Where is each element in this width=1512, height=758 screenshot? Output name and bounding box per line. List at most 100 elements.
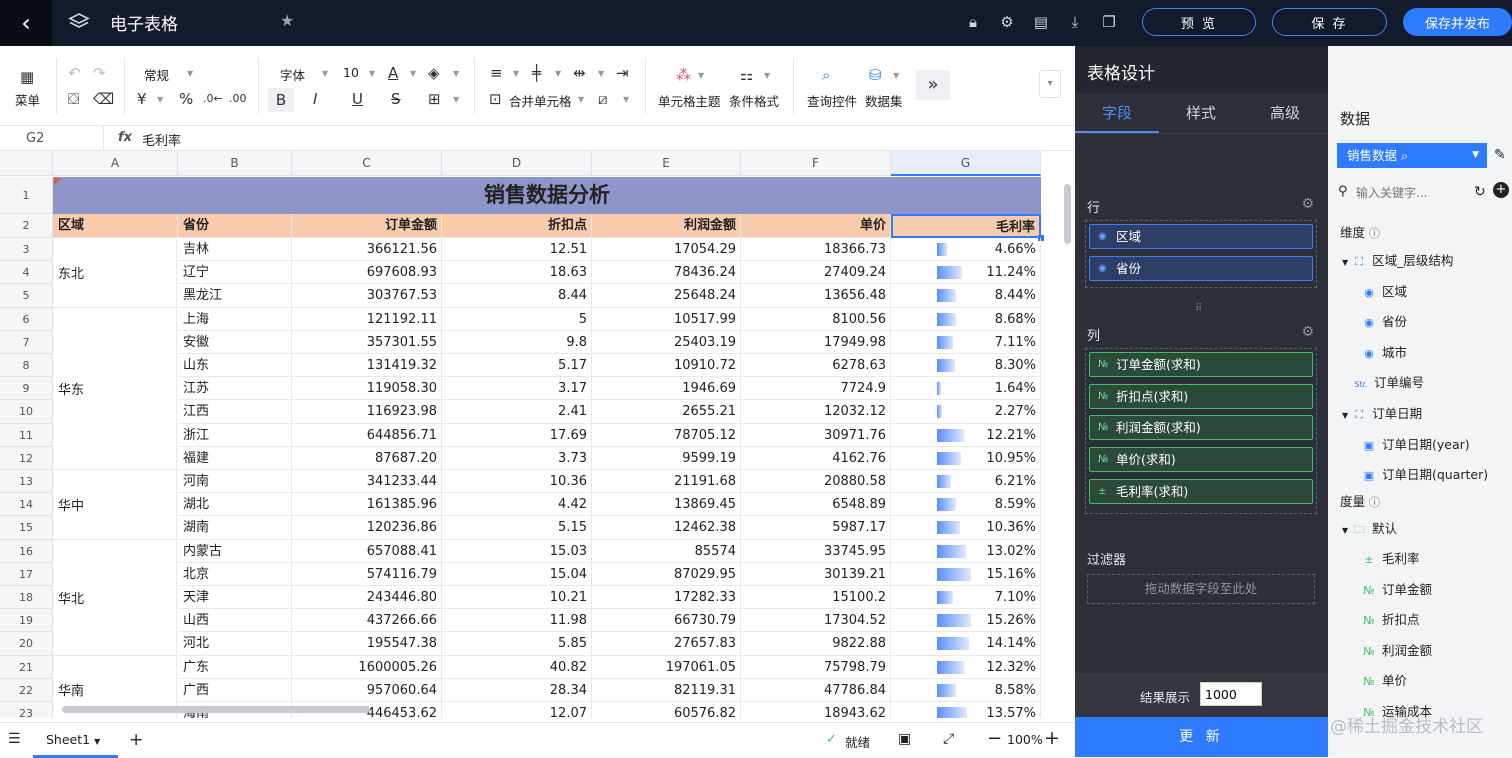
province-cell[interactable]: 广西 [178, 678, 292, 702]
fullscreen-icon[interactable]: ⤢ [943, 731, 954, 747]
cell-theme-button[interactable]: 单元格主题 [658, 91, 721, 110]
province-cell[interactable]: 北京 [178, 562, 292, 586]
measure-field[interactable]: № 利润金额 [1362, 640, 1432, 659]
column-header-g[interactable]: G [891, 151, 1041, 176]
value-cell[interactable]: 17282.33 [592, 586, 741, 610]
region-cell[interactable]: 华中 [53, 470, 177, 540]
dataset-button[interactable]: 数据集 [865, 91, 903, 110]
value-cell[interactable]: 12032.12 [741, 400, 891, 424]
value-cell[interactable]: 5.15 [442, 516, 592, 540]
value-cell[interactable]: 18.63 [442, 261, 592, 285]
value-cell[interactable]: 33745.95 [741, 539, 891, 563]
columns-settings-icon[interactable]: ⚙ [1301, 324, 1314, 340]
value-cell[interactable]: 12462.38 [592, 516, 741, 540]
value-cell[interactable]: 13869.45 [592, 493, 741, 517]
value-cell[interactable]: 1600005.26 [292, 655, 442, 679]
value-cell[interactable]: 11.24% [891, 261, 1041, 285]
value-cell[interactable]: 15.03 [442, 539, 592, 563]
value-cell[interactable]: 85574 [592, 539, 741, 563]
vertical-scroll-thumb[interactable] [1064, 184, 1071, 244]
dimension-field[interactable]: ▼ ⛶ 订单日期 [1342, 403, 1422, 422]
currency-icon[interactable]: ¥ [137, 90, 147, 108]
value-cell[interactable]: 5987.17 [741, 516, 891, 540]
province-cell[interactable]: 湖南 [178, 516, 292, 540]
format-painter-icon[interactable]: ⛋ [68, 90, 79, 108]
border-icon[interactable]: ⊞ [428, 90, 441, 108]
query-control-button[interactable]: 查询控件 [807, 91, 857, 110]
value-cell[interactable]: 341233.44 [292, 470, 442, 494]
field-search-input[interactable] [1356, 181, 1468, 205]
value-cell[interactable]: 20880.58 [741, 470, 891, 494]
value-cell[interactable]: 121192.11 [292, 307, 442, 331]
select-all-corner[interactable] [0, 151, 53, 176]
row-header[interactable]: 6 [0, 307, 53, 331]
value-cell[interactable]: 116923.98 [292, 400, 442, 424]
province-cell[interactable]: 安徽 [178, 330, 292, 354]
value-cell[interactable]: 2655.21 [592, 400, 741, 424]
value-cell[interactable]: 13.02% [891, 539, 1041, 563]
value-cell[interactable]: 6278.63 [741, 354, 891, 378]
zoom-in-icon[interactable]: + [1044, 727, 1060, 749]
value-cell[interactable]: 17054.29 [592, 238, 741, 262]
horizontal-scroll-thumb[interactable] [62, 706, 370, 713]
value-cell[interactable]: 8.59% [891, 493, 1041, 517]
value-cell[interactable]: 957060.64 [292, 678, 442, 702]
province-cell[interactable]: 福建 [178, 446, 292, 470]
value-cell[interactable]: 27409.24 [741, 261, 891, 285]
value-cell[interactable]: 10.36% [891, 516, 1041, 540]
value-cell[interactable]: 644856.71 [292, 423, 442, 447]
column-field[interactable]: № 单价(求和) [1089, 447, 1313, 473]
row-header[interactable]: 3 [0, 238, 53, 262]
row-header[interactable]: 1 [0, 177, 53, 214]
sheet-list-icon[interactable]: ☰ [8, 731, 21, 747]
vertical-scrollbar[interactable] [1062, 176, 1075, 718]
value-cell[interactable]: 120236.86 [292, 516, 442, 540]
row-header[interactable]: 16 [0, 539, 53, 563]
increase-decimal-icon[interactable]: .00 [229, 90, 247, 108]
merge-cells-button[interactable]: 合并单元格 [509, 91, 572, 110]
value-cell[interactable]: 5.85 [442, 632, 592, 656]
value-cell[interactable]: 12.21% [891, 423, 1041, 447]
merge-icon[interactable]: ⊡ [489, 90, 502, 108]
row-header[interactable]: 8 [0, 354, 53, 378]
value-cell[interactable]: 17.69 [442, 423, 592, 447]
row-header[interactable]: 7 [0, 330, 53, 354]
dataset-select[interactable]: 销售数据 ⌕ ▼ [1337, 143, 1487, 168]
value-cell[interactable]: 7724.9 [741, 377, 891, 401]
preview-button[interactable]: 预 览 [1142, 8, 1256, 36]
font-color-icon[interactable]: A [388, 64, 398, 82]
font-size-select[interactable]: 10 [343, 65, 359, 80]
chevron-down-icon[interactable]: ▼ [1342, 411, 1348, 420]
value-cell[interactable]: 366121.56 [292, 238, 442, 262]
value-cell[interactable]: 119058.30 [292, 377, 442, 401]
value-cell[interactable]: 243446.80 [292, 586, 442, 610]
file-settings-icon[interactable]: ▤ [1031, 12, 1051, 32]
value-cell[interactable]: 1946.69 [592, 377, 741, 401]
value-cell[interactable]: 8100.56 [741, 307, 891, 331]
value-cell[interactable]: 60576.82 [592, 702, 741, 718]
value-cell[interactable]: 66730.79 [592, 609, 741, 633]
collapse-toolbar-icon[interactable]: ▾ [1039, 70, 1061, 98]
value-cell[interactable]: 17949.98 [741, 330, 891, 354]
measure-field[interactable]: № 折扣点 [1362, 609, 1419, 628]
value-cell[interactable]: 1.64% [891, 377, 1041, 401]
value-cell[interactable]: 12.32% [891, 655, 1041, 679]
row-field-region[interactable]: ◉ 区域 [1089, 224, 1313, 249]
row-header[interactable]: 12 [0, 446, 53, 470]
row-header[interactable]: 18 [0, 586, 53, 610]
province-cell[interactable]: 湖北 [178, 493, 292, 517]
strikethrough-icon[interactable]: S [391, 90, 401, 108]
province-cell[interactable]: 内蒙古 [178, 539, 292, 563]
row-header[interactable]: 15 [0, 516, 53, 540]
value-cell[interactable]: 25648.24 [592, 284, 741, 308]
chevron-down-icon[interactable]: ▼ [1342, 258, 1348, 267]
row-header[interactable]: 13 [0, 470, 53, 494]
refresh-icon[interactable]: ↻ [1474, 184, 1486, 200]
value-cell[interactable]: 11.98 [442, 609, 592, 633]
underline-icon[interactable]: U [352, 90, 363, 108]
query-control-icon[interactable]: ⌕ [822, 66, 830, 84]
header-cell[interactable]: 折扣点 [442, 214, 592, 238]
header-cell[interactable]: 单价 [741, 214, 891, 238]
rows-settings-icon[interactable]: ⚙ [1301, 196, 1314, 212]
value-cell[interactable]: 9822.88 [741, 632, 891, 656]
